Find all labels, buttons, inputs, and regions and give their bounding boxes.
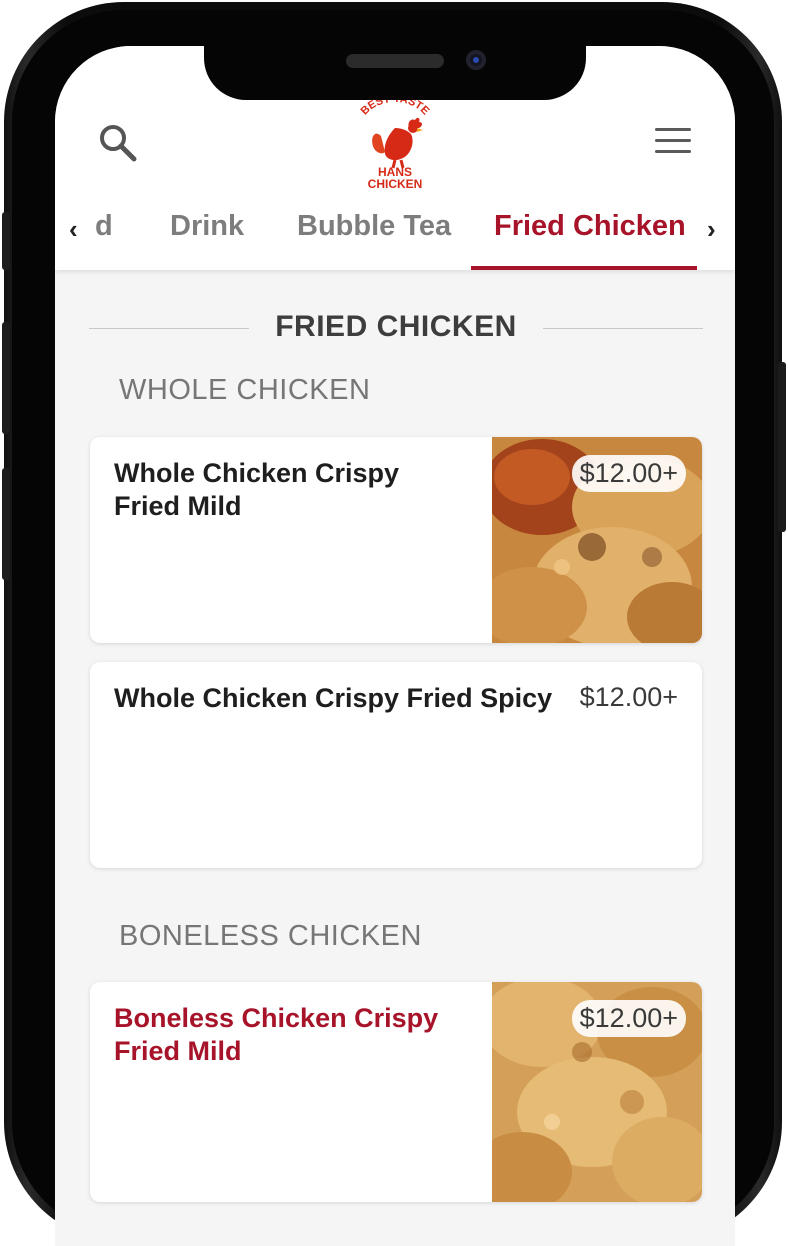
tab-bubble-tea[interactable]: Bubble Tea xyxy=(297,210,451,243)
tab-food[interactable]: d xyxy=(95,210,113,243)
section-title: FRIED CHICKEN xyxy=(275,310,517,343)
rooster-logo[interactable]: BEST TASTE HANS CHICKEN xyxy=(345,98,445,190)
search-icon[interactable] xyxy=(99,124,137,162)
phone-notch xyxy=(204,46,586,100)
tab-fried-chicken[interactable]: Fried Chicken xyxy=(494,210,686,243)
front-camera-icon xyxy=(466,50,486,70)
menu-item-card[interactable]: Whole Chicken Crispy Fried Mild $12.00+ xyxy=(90,437,702,643)
active-tab-indicator xyxy=(471,266,697,270)
hamburger-menu-icon[interactable] xyxy=(655,128,691,154)
menu-item-card[interactable]: Boneless Chicken Crispy Fried Mild $12.0… xyxy=(90,982,702,1202)
category-title-whole-chicken: WHOLE CHICKEN xyxy=(119,374,371,406)
menu-item-name: Boneless Chicken Crispy Fried Mild xyxy=(114,1003,439,1066)
tab-drink[interactable]: Drink xyxy=(170,210,244,243)
app-screen: BEST TASTE HANS CHICKEN ‹ d Drink Bubble… xyxy=(55,46,735,1246)
price-badge: $12.00+ xyxy=(571,455,686,492)
category-tab-bar: ‹ d Drink Bubble Tea Fried Chicken › xyxy=(55,196,735,270)
volume-down-button xyxy=(2,468,10,580)
chevron-right-icon[interactable]: › xyxy=(707,214,716,245)
chevron-left-icon[interactable]: ‹ xyxy=(69,214,78,245)
divider xyxy=(543,328,703,329)
menu-item-card[interactable]: Whole Chicken Crispy Fried Spicy $12.00+ xyxy=(90,662,702,868)
logo-name-text-2: CHICKEN xyxy=(368,177,423,190)
volume-up-button xyxy=(2,322,10,434)
logo-tagline-text: BEST TASTE xyxy=(359,98,432,117)
power-button xyxy=(778,362,786,532)
category-title-boneless-chicken: BONELESS CHICKEN xyxy=(119,920,422,952)
price-badge: $12.00+ xyxy=(571,1000,686,1037)
price-label: $12.00+ xyxy=(579,682,678,712)
section-header: FRIED CHICKEN xyxy=(89,308,703,348)
speaker-grille xyxy=(346,54,444,68)
menu-item-name: Whole Chicken Crispy Fried Mild xyxy=(114,458,400,521)
menu-item-name: Whole Chicken Crispy Fried Spicy xyxy=(114,683,553,713)
mute-switch xyxy=(2,212,10,270)
